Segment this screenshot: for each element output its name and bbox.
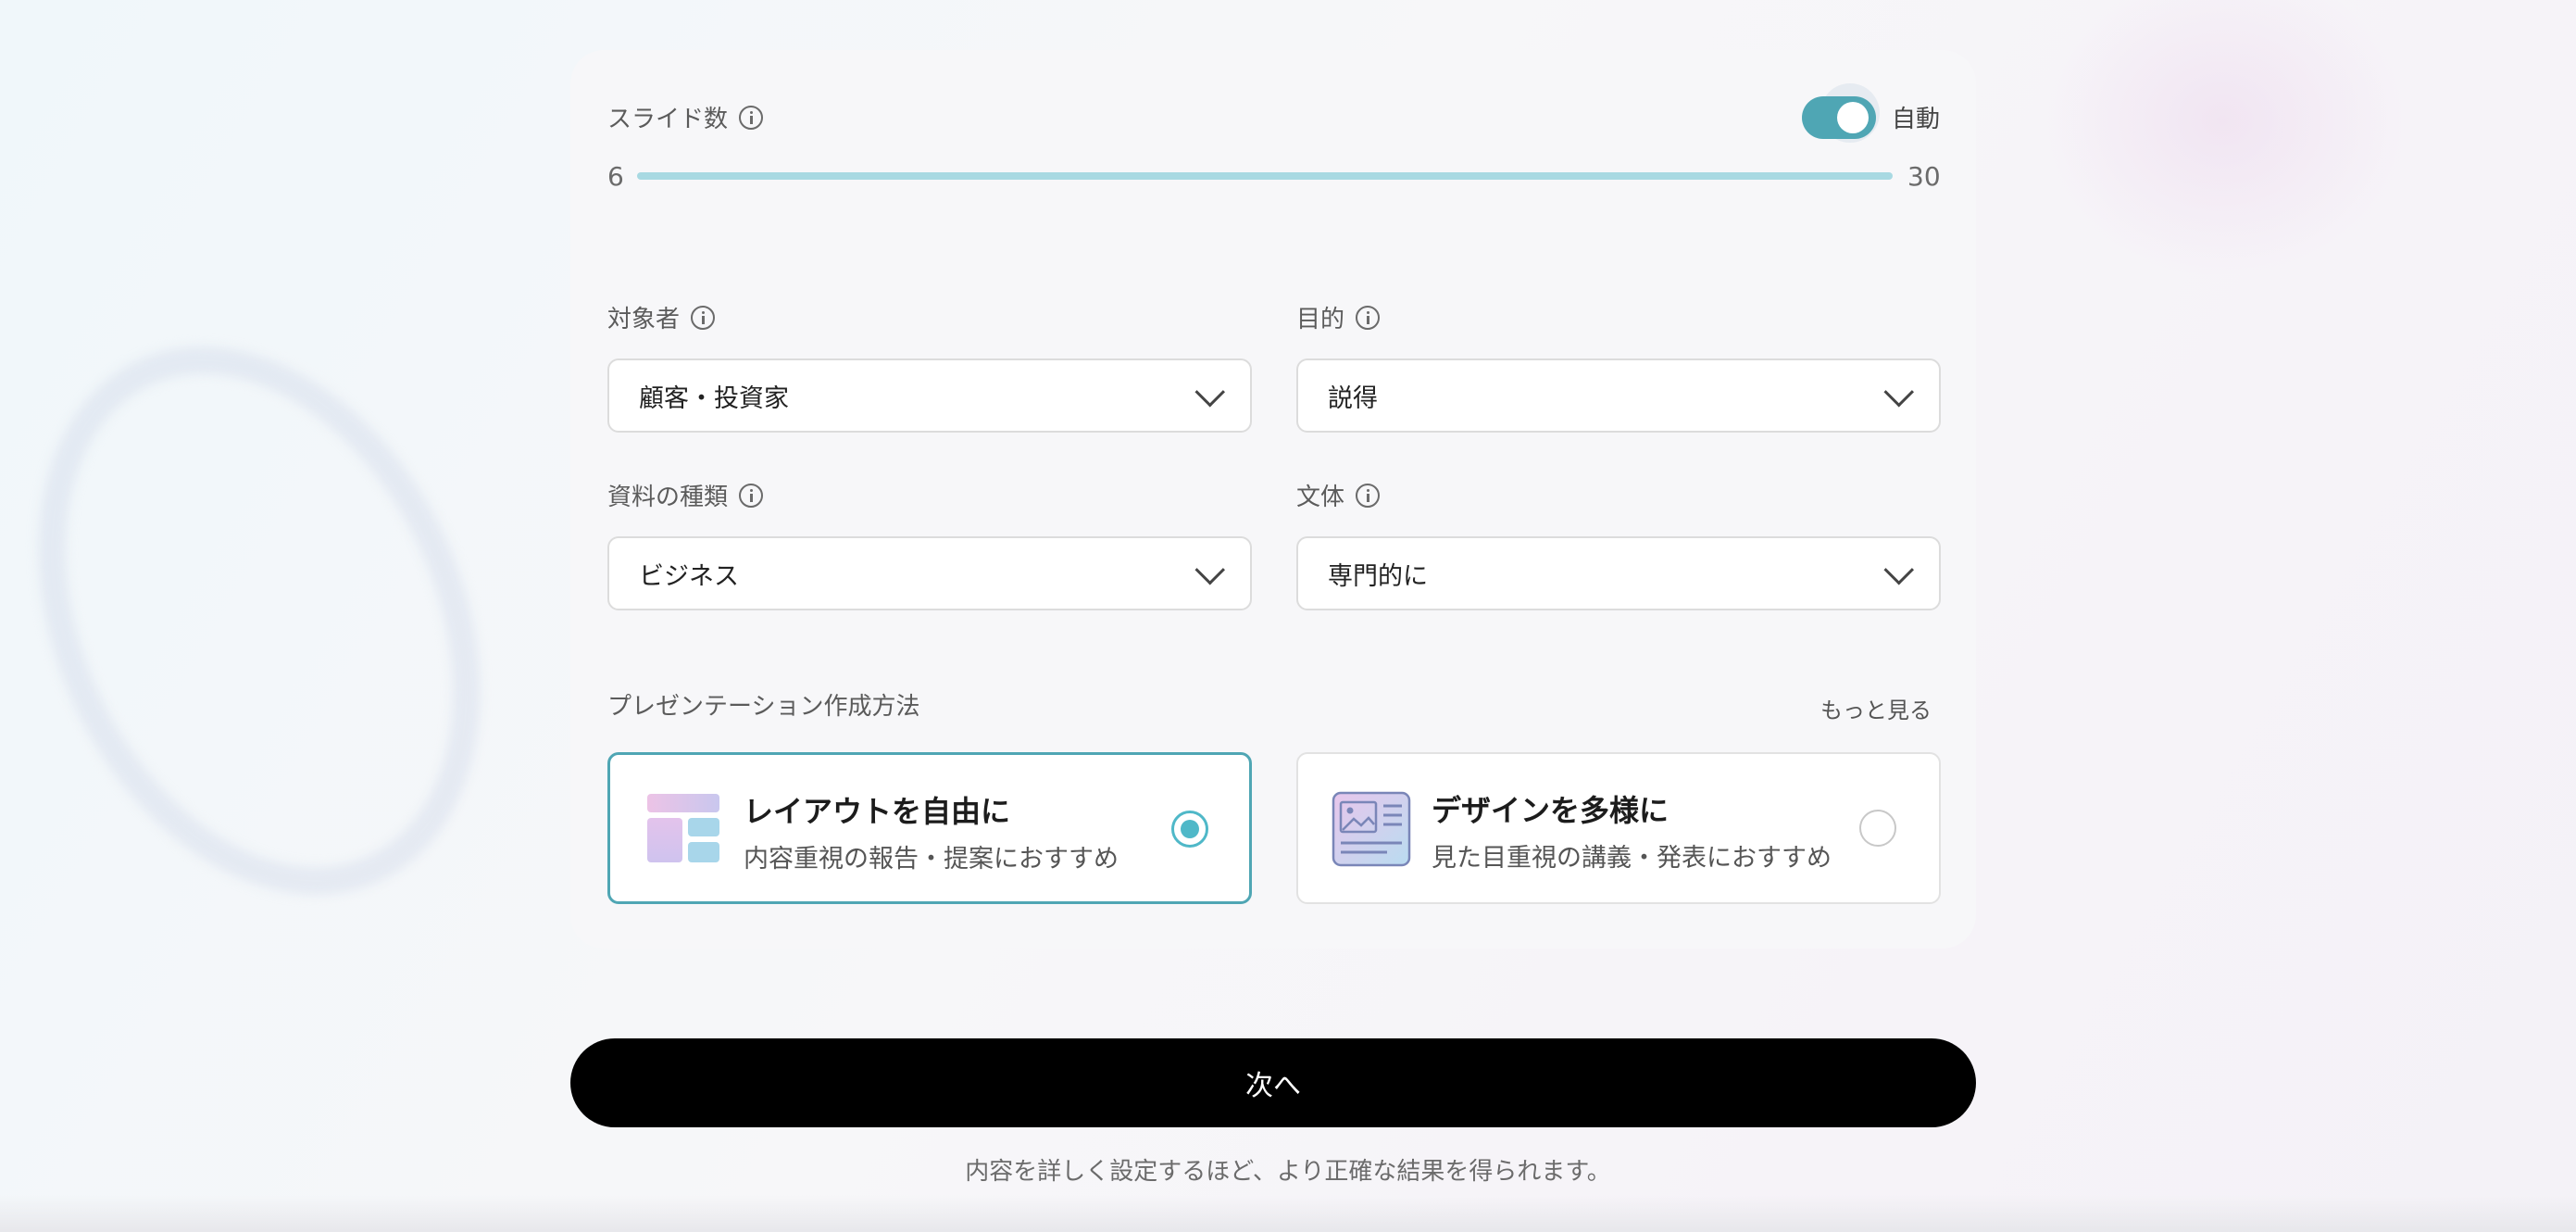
doc-type-label-text: 資料の種類 <box>607 484 729 511</box>
audience-value: 顧客・投資家 <box>639 383 789 413</box>
doc-type-value: ビジネス <box>639 561 739 591</box>
hint-text: 内容を詳しく設定するほど、より正確な結果を得られます。 <box>965 1158 1611 1186</box>
chevron-down-icon <box>1194 554 1226 585</box>
radio-button[interactable] <box>1859 810 1896 847</box>
toggle-knob[interactable] <box>1837 102 1869 133</box>
style-label: 文体 <box>1296 478 1381 512</box>
auto-toggle[interactable] <box>1802 83 1880 143</box>
method-label: プレゼンテーション作成方法 <box>607 687 919 722</box>
option-description: 見た目重視の講義・発表におすすめ <box>1432 844 1832 873</box>
style-select[interactable]: 専門的に <box>1296 536 1941 610</box>
option-title: デザインを多様に <box>1432 793 1669 828</box>
doc-type-select[interactable]: ビジネス <box>607 536 1252 610</box>
background-decoration <box>2037 0 2407 278</box>
layout-icon <box>647 794 721 864</box>
slide-count-label: スライド数 <box>607 100 764 134</box>
info-icon[interactable] <box>739 105 764 130</box>
chevron-down-icon <box>1883 376 1915 408</box>
method-label-text: プレゼンテーション作成方法 <box>607 693 920 721</box>
style-label-text: 文体 <box>1296 484 1345 511</box>
option-description: 内容重視の報告・提案におすすめ <box>744 845 1119 874</box>
purpose-label-text: 目的 <box>1296 306 1345 333</box>
info-icon[interactable] <box>739 483 764 508</box>
background-decoration <box>0 274 566 967</box>
radio-button[interactable] <box>1171 811 1208 848</box>
image-layout-icon <box>1332 791 1411 867</box>
next-button[interactable]: 次へ <box>570 1038 1976 1127</box>
info-icon[interactable] <box>1356 483 1381 508</box>
more-link[interactable]: もっと見る <box>1820 692 1932 724</box>
doc-type-label: 資料の種類 <box>607 478 764 512</box>
audience-label: 対象者 <box>607 300 716 334</box>
info-icon[interactable] <box>691 305 716 330</box>
option-title: レイアウトを自由に <box>744 794 1011 829</box>
audience-label-text: 対象者 <box>607 306 681 333</box>
method-option-layout[interactable]: レイアウトを自由に 内容重視の報告・提案におすすめ <box>607 752 1252 904</box>
background-decoration <box>0 1195 2576 1232</box>
auto-toggle-label: 自動 <box>1892 106 1941 133</box>
slider-max-value: 30 <box>1907 161 1941 192</box>
slide-count-slider[interactable] <box>637 172 1893 180</box>
chevron-down-icon <box>1883 554 1915 585</box>
slider-min-value: 6 <box>607 161 624 192</box>
purpose-select[interactable]: 説得 <box>1296 358 1941 433</box>
chevron-down-icon <box>1194 376 1226 408</box>
slide-count-label-text: スライド数 <box>607 106 729 133</box>
audience-select[interactable]: 顧客・投資家 <box>607 358 1252 433</box>
style-value: 専門的に <box>1328 561 1428 591</box>
info-icon[interactable] <box>1356 305 1381 330</box>
method-option-design[interactable]: デザインを多様に 見た目重視の講義・発表におすすめ <box>1296 752 1941 904</box>
purpose-value: 説得 <box>1328 383 1378 413</box>
purpose-label: 目的 <box>1296 300 1381 334</box>
